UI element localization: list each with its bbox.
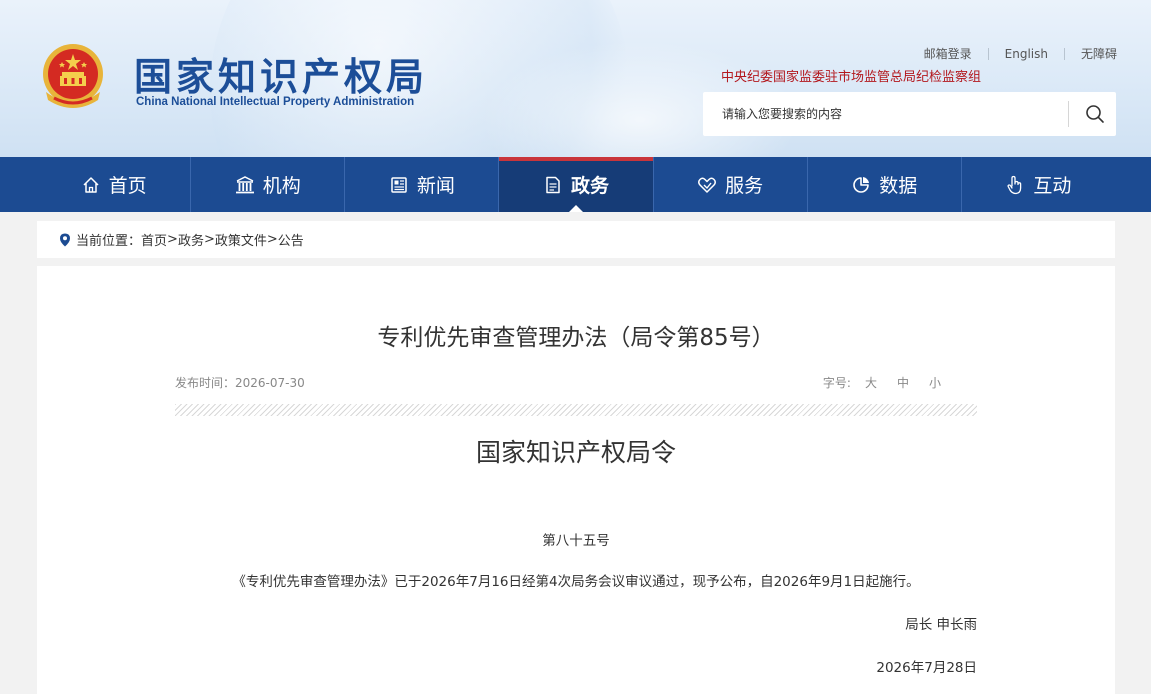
building-icon [235, 175, 255, 195]
nav-item-data[interactable]: 数据 [808, 157, 962, 212]
breadcrumb-item-home[interactable]: 首页 [141, 230, 167, 249]
breadcrumb-prefix: 当前位置： [76, 234, 142, 249]
breadcrumb-separator: > [203, 232, 215, 247]
nav-item-label: 服务 [725, 175, 764, 197]
nav-item-label: 互动 [1033, 175, 1072, 197]
national-emblem-icon [43, 44, 103, 108]
site-logo-title[interactable]: 国家知识产权局 [134, 46, 428, 101]
nav-item-label: 政务 [570, 175, 609, 197]
breadcrumb-separator: > [266, 232, 278, 247]
link-divider [987, 47, 989, 60]
breadcrumb-separator: > [167, 232, 178, 247]
order-number: 第八十五号 [542, 533, 610, 549]
font-size-large-button[interactable]: 大 [865, 374, 877, 391]
pie-chart-icon [851, 175, 871, 195]
newspaper-icon [389, 175, 409, 195]
link-divider [1063, 47, 1065, 60]
site-header: 国家知识产权局 China National Intellectual Prop… [0, 0, 1151, 157]
nav-item-news[interactable]: 新闻 [345, 157, 500, 212]
handshake-icon [697, 175, 717, 195]
discipline-inspection-link[interactable]: 中央纪委国家监委驻市场监管总局纪检监察组 [721, 66, 981, 85]
search-icon [1085, 105, 1104, 123]
font-size-small-button[interactable]: 小 [929, 374, 941, 391]
breadcrumb: 当前位置： 首页 > 政务 > 政策文件 > 公告 [37, 221, 1115, 258]
font-size-medium-button[interactable]: 中 [897, 374, 909, 391]
main-nav: 首页 机构 新闻 政务 服务 数据 互动 [0, 157, 1151, 212]
location-pin-icon [59, 233, 71, 247]
english-link[interactable]: English [1005, 47, 1048, 61]
search-input[interactable] [703, 92, 1063, 136]
publish-info: 发布时间：2026-07-30 [175, 374, 305, 391]
nav-item-label: 首页 [108, 175, 147, 197]
nav-item-label: 机构 [262, 175, 301, 197]
signer: 局长 申长雨 [905, 617, 977, 633]
home-icon [81, 175, 101, 195]
pointer-hand-icon [1005, 175, 1025, 195]
publish-label: 发布时间： [175, 376, 236, 390]
hatched-divider [175, 404, 977, 416]
nav-item-interaction[interactable]: 互动 [962, 157, 1115, 212]
nav-item-government-affairs[interactable]: 政务 [499, 157, 654, 212]
search-box [703, 92, 1116, 136]
article-body-paragraph: 《专利优先审查管理办法》已于2026年7月16日经第4次局务会议审议通过，现予公… [232, 574, 920, 590]
font-size-label: 字号: [822, 376, 851, 390]
nav-item-home[interactable]: 首页 [37, 157, 192, 212]
breadcrumb-item-policy-documents[interactable]: 政策文件 [215, 230, 267, 249]
article-title: 专利优先审查管理办法（局令第85号） [377, 325, 775, 351]
mail-login-link[interactable]: 邮箱登录 [924, 45, 972, 62]
font-size-controls: 字号: 大 中 小 [823, 374, 941, 391]
nav-item-label: 新闻 [416, 175, 455, 197]
search-button[interactable] [1073, 92, 1116, 136]
article-meta: 发布时间：2026-07-30 字号: 大 中 小 [175, 374, 977, 394]
nav-item-label: 数据 [879, 175, 918, 197]
order-heading: 国家知识产权局令 [475, 438, 676, 467]
nav-item-service[interactable]: 服务 [654, 157, 808, 212]
publish-date: 2026-07-30 [235, 376, 305, 390]
document-icon [543, 175, 563, 195]
nav-item-institution[interactable]: 机构 [191, 157, 346, 212]
breadcrumb-item-announcement[interactable]: 公告 [278, 230, 304, 249]
article-panel: 专利优先审查管理办法（局令第85号） 发布时间：2026-07-30 字号: 大… [37, 266, 1115, 694]
top-utility-links: 邮箱登录 English 无障碍 [924, 45, 1117, 62]
search-divider [1068, 101, 1069, 127]
sign-date: 2026年7月28日 [876, 660, 977, 676]
breadcrumb-item-government-affairs[interactable]: 政务 [178, 230, 204, 249]
accessibility-link[interactable]: 无障碍 [1081, 45, 1117, 62]
site-logo-subtitle[interactable]: China National Intellectual Property Adm… [136, 96, 414, 108]
